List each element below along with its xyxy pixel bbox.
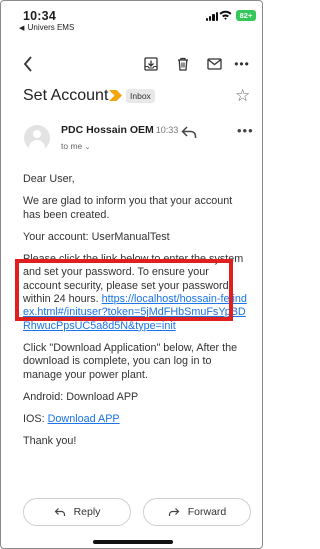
- sender-name: PDC Hossain OEM: [61, 124, 154, 136]
- ios-download-link[interactable]: Download APP: [48, 413, 120, 425]
- forward-label: Forward: [187, 506, 227, 518]
- more-horizontal-icon: •••: [234, 57, 250, 71]
- chevron-left-icon: [23, 56, 32, 72]
- delete-button[interactable]: [173, 53, 193, 75]
- greeting: Dear User,: [23, 173, 75, 185]
- email-toolbar: •••: [1, 53, 262, 77]
- body-paragraph-4: Click "Download Application" below, Afte…: [23, 341, 238, 381]
- recipient-label: to me: [61, 141, 83, 151]
- ios-label: IOS:: [23, 412, 48, 425]
- back-triangle-icon: ◀: [19, 25, 25, 32]
- battery-indicator: 82+: [236, 10, 256, 21]
- wifi-icon: [219, 10, 232, 20]
- body-paragraph-2: Your account: UserManualTest: [23, 230, 170, 243]
- body-paragraph-3: Please click the link below to enter the…: [23, 253, 249, 333]
- sent-time: 10:33: [155, 125, 179, 135]
- body-paragraph-1: We are glad to inform you that your acco…: [23, 195, 233, 221]
- avatar[interactable]: [24, 125, 50, 151]
- back-to-app-link[interactable]: ◀ Univers EMS: [19, 23, 74, 32]
- back-button[interactable]: [19, 53, 37, 75]
- more-options-button[interactable]: •••: [232, 53, 252, 75]
- message-more-icon[interactable]: •••: [237, 123, 254, 138]
- reply-label: Reply: [73, 506, 101, 518]
- signal-icon: [206, 12, 218, 21]
- email-screen: 10:34 ◀ Univers EMS 82+ ••• Set Account …: [0, 0, 263, 549]
- reply-icon[interactable]: [181, 125, 197, 139]
- reply-button[interactable]: Reply: [23, 498, 131, 526]
- chevron-down-icon: ⌄: [84, 144, 91, 151]
- home-indicator[interactable]: [93, 540, 173, 544]
- inbox-label-chip[interactable]: Inbox: [126, 89, 155, 103]
- back-app-label: Univers EMS: [27, 23, 75, 32]
- mark-unread-button[interactable]: [204, 53, 224, 75]
- android-download-line: Android: Download APP: [23, 390, 139, 403]
- reply-arrow-icon: [54, 508, 65, 516]
- recipient-toggle[interactable]: to me ⌄: [61, 141, 91, 151]
- archive-icon: [144, 57, 158, 71]
- star-icon[interactable]: ☆: [235, 86, 250, 106]
- status-bar: 10:34 ◀ Univers EMS 82+: [1, 1, 262, 35]
- mail-icon: [206, 58, 222, 70]
- sender-line: PDC Hossain OEM 10:33: [61, 124, 178, 136]
- email-subject: Set Account: [23, 87, 109, 104]
- archive-button[interactable]: [141, 53, 161, 75]
- closing: Thank you!: [23, 434, 77, 447]
- forward-button[interactable]: Forward: [143, 498, 251, 526]
- status-time: 10:34: [23, 9, 56, 23]
- ios-download-line: IOS: Download APP: [23, 413, 249, 426]
- email-body: Dear User, We are glad to inform you tha…: [23, 173, 249, 457]
- forward-arrow-icon: [168, 508, 180, 516]
- trash-icon: [178, 57, 188, 71]
- importance-marker-icon: [109, 90, 122, 101]
